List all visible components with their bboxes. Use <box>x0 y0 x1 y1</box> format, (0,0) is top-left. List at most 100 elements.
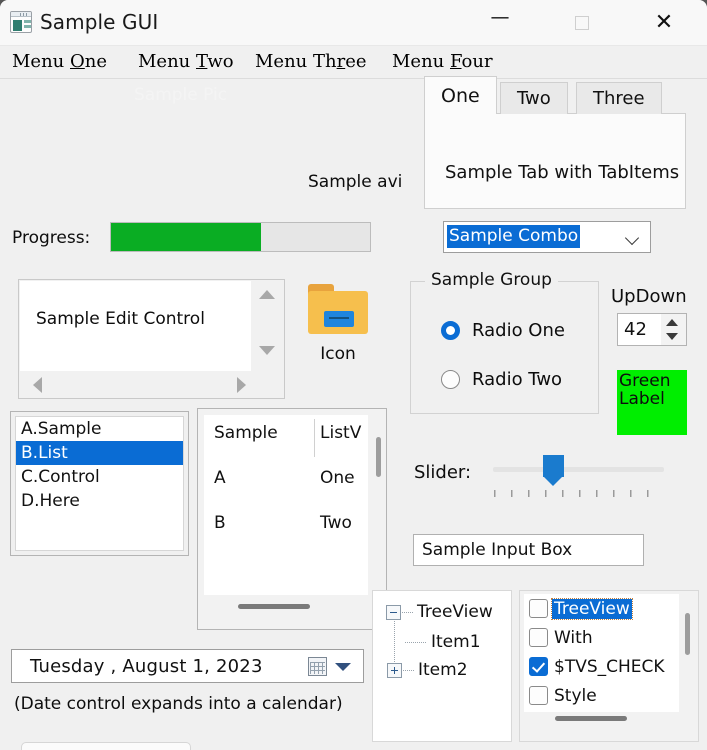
item-checkbox[interactable] <box>529 628 548 647</box>
spinner-down-icon[interactable] <box>666 333 678 340</box>
progress-bar <box>110 222 371 252</box>
sample-button[interactable]: Sample Button <box>21 742 191 750</box>
close-icon: ✕ <box>654 9 674 35</box>
minimize-icon: — <box>490 6 510 28</box>
tree-node-label: Item2 <box>418 660 468 680</box>
maximize-button[interactable] <box>552 0 612 45</box>
radio-two-row[interactable]: Radio Two <box>441 369 562 390</box>
menu-item-three[interactable]: Menu Three <box>255 51 367 72</box>
scroll-right-arrow-icon[interactable] <box>237 377 246 393</box>
tab-one[interactable]: One <box>424 76 497 114</box>
checkbox-tree-horizontal-scrollbar[interactable] <box>555 716 627 721</box>
date-picker-note: (Date control expands into a calendar) <box>14 694 343 714</box>
maximize-icon <box>575 15 589 30</box>
minimize-button[interactable]: — <box>470 0 530 45</box>
close-button[interactable]: ✕ <box>634 0 694 45</box>
menu-item-four[interactable]: Menu Four <box>392 51 493 72</box>
tab-panel-text: Sample Tab with TabItems <box>445 162 680 183</box>
scroll-up-arrow-icon[interactable] <box>259 290 275 299</box>
scroll-down-arrow-icon[interactable] <box>259 346 275 355</box>
item-checkbox[interactable] <box>529 686 548 705</box>
green-label: Green Label <box>617 370 687 435</box>
cell-col2: One <box>320 468 355 488</box>
sample-pic-label: Sample Pic <box>134 85 228 105</box>
progress-label: Progress: <box>12 228 91 248</box>
item-checkbox[interactable] <box>529 599 548 618</box>
dropdown-arrow-icon[interactable] <box>335 663 351 671</box>
cell-col1: A <box>214 468 226 488</box>
item-label: TreeView <box>551 597 633 620</box>
sample-list-box[interactable]: A.Sample B.List C.Control D.Here <box>10 411 189 556</box>
list-view-horizontal-scrollbar[interactable] <box>238 604 310 609</box>
menu-item-two[interactable]: Menu Two <box>138 51 234 72</box>
list-item[interactable]: $TVS_CHECK <box>524 652 679 681</box>
list-view-vertical-scrollbar[interactable] <box>376 437 381 477</box>
progress-bar-fill <box>111 223 262 251</box>
icon-label: Icon <box>320 344 356 364</box>
radio-one-row[interactable]: Radio One <box>441 320 565 341</box>
expand-plus-icon[interactable] <box>387 662 402 678</box>
date-picker-value[interactable]: Tuesday , August 1, 2023 <box>30 656 263 677</box>
sample-slider[interactable] <box>493 455 664 505</box>
radio-one-label: Radio One <box>472 320 565 341</box>
calendar-icon[interactable] <box>308 657 327 676</box>
application-window-icon <box>10 11 32 33</box>
slider-thumb[interactable] <box>542 455 564 486</box>
tree-dash <box>402 611 413 613</box>
updown-spinner-buttons[interactable] <box>660 314 686 345</box>
checkbox-tree-vertical-scrollbar[interactable] <box>685 613 690 655</box>
cell-col2: Two <box>320 513 352 533</box>
list-item[interactable]: C.Control <box>16 465 183 489</box>
tab-panel: Sample Tab with TabItems <box>424 113 686 209</box>
list-view-content: Sample ListV A One B Two <box>204 415 368 595</box>
sample-avi-label: Sample avi <box>308 172 403 192</box>
menu-item-one[interactable]: Menu One <box>12 51 107 72</box>
collapse-minus-icon[interactable] <box>386 604 401 620</box>
scroll-left-arrow-icon[interactable] <box>33 377 42 393</box>
tab-control: Sample Tab with TabItems One Two Three <box>424 76 686 210</box>
edit-horizontal-scrollbar[interactable] <box>19 371 284 398</box>
sample-combo-box[interactable]: Sample Combo <box>443 221 651 253</box>
radio-two-label: Radio Two <box>472 369 563 390</box>
date-picker[interactable]: Tuesday , August 1, 2023 <box>11 649 364 683</box>
checkbox-tree-items: TreeView With $TVS_CHECK Style <box>524 594 679 712</box>
sample-icon-control: Icon <box>300 284 376 384</box>
tree-dash <box>403 669 414 671</box>
tab-two[interactable]: Two <box>500 82 568 114</box>
table-row[interactable]: B Two <box>204 505 368 550</box>
edit-text-area[interactable]: Sample Edit Control <box>20 281 252 371</box>
title-bar: Sample GUI — ✕ <box>0 0 707 46</box>
sample-edit-control[interactable]: Sample Edit Control <box>18 279 285 399</box>
list-item[interactable]: A.Sample <box>16 417 183 441</box>
slider-track[interactable] <box>493 467 664 472</box>
tree-node-item2[interactable]: Item2 <box>387 660 468 680</box>
sample-tree-view[interactable]: TreeView Item1 Item2 <box>372 590 512 742</box>
radio-two-button[interactable] <box>441 370 460 389</box>
chevron-down-icon[interactable] <box>626 231 640 245</box>
updown-value[interactable]: 42 <box>618 314 661 345</box>
column-header-listview[interactable]: ListV <box>320 423 361 443</box>
list-item[interactable]: D.Here <box>16 489 183 513</box>
tree-dash <box>405 641 427 643</box>
list-item[interactable]: B.List <box>16 441 183 465</box>
sample-group-box: Sample Group Radio One Radio Two <box>410 270 599 414</box>
cell-col1: B <box>214 513 226 533</box>
sample-list-view[interactable]: Sample ListV A One B Two <box>197 408 387 630</box>
checkbox-tree-view[interactable]: TreeView With $TVS_CHECK Style <box>519 590 699 742</box>
sample-input-box[interactable]: Sample Input Box <box>413 534 644 566</box>
spinner-up-icon[interactable] <box>666 319 678 326</box>
radio-one-button[interactable] <box>441 321 460 340</box>
table-row[interactable]: A One <box>204 460 368 505</box>
list-item[interactable]: TreeView <box>524 594 679 623</box>
tree-node-item1[interactable]: Item1 <box>404 632 481 652</box>
updown-control[interactable]: 42 <box>617 313 687 346</box>
list-item[interactable]: Style <box>524 681 679 710</box>
tree-node-root[interactable]: TreeView <box>386 602 493 622</box>
edit-vertical-scrollbar[interactable] <box>251 280 284 372</box>
slider-label: Slider: <box>414 462 472 483</box>
list-box-items: A.Sample B.List C.Control D.Here <box>15 416 184 551</box>
item-checkbox[interactable] <box>529 657 548 676</box>
tab-three[interactable]: Three <box>576 82 662 114</box>
list-item[interactable]: With <box>524 623 679 652</box>
column-header-sample[interactable]: Sample <box>214 423 278 443</box>
